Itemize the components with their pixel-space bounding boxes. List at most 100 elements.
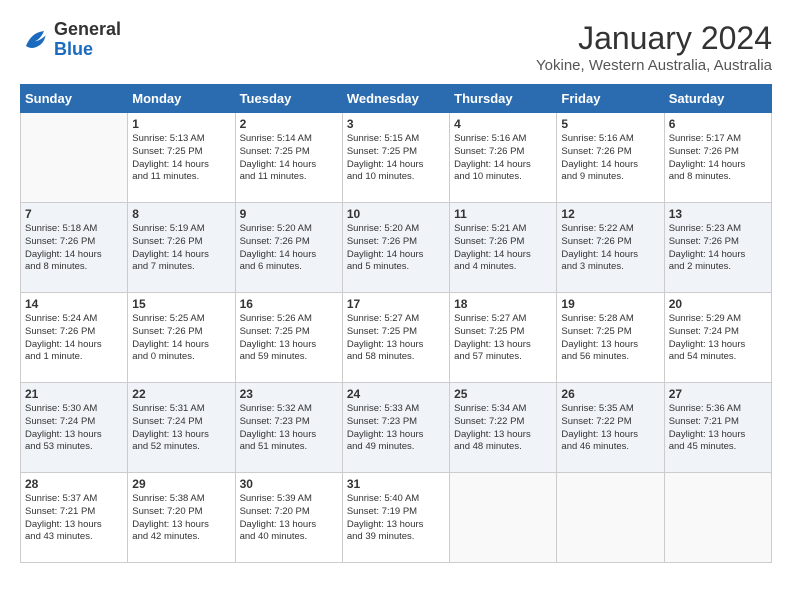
calendar-cell: 31 Sunrise: 5:40 AMSunset: 7:19 PMDayligh… <box>342 473 449 563</box>
calendar-cell: 22 Sunrise: 5:31 AMSunset: 7:24 PMDayligh… <box>128 383 235 473</box>
cell-date-number: 28 <box>25 477 123 491</box>
cell-daylight-info: Sunrise: 5:16 AMSunset: 7:26 PMDaylight:… <box>561 133 659 184</box>
cell-date-number: 29 <box>132 477 230 491</box>
cell-daylight-info: Sunrise: 5:32 AMSunset: 7:23 PMDaylight:… <box>240 403 338 454</box>
cell-date-number: 19 <box>561 297 659 311</box>
calendar-subtitle: Yokine, Western Australia, Australia <box>536 57 772 74</box>
cell-date-number: 20 <box>669 297 767 311</box>
cell-daylight-info: Sunrise: 5:24 AMSunset: 7:26 PMDaylight:… <box>25 313 123 364</box>
calendar-cell: 11Sunrise: 5:21 AMSunset: 7:26 PMDayligh… <box>450 203 557 293</box>
cell-date-number: 30 <box>240 477 338 491</box>
cell-daylight-info: Sunrise: 5:21 AMSunset: 7:26 PMDaylight:… <box>454 223 552 274</box>
calendar-cell: 25 Sunrise: 5:34 AMSunset: 7:22 PMDayligh… <box>450 383 557 473</box>
cell-date-number: 15 <box>132 297 230 311</box>
cell-daylight-info: Sunrise: 5:20 AMSunset: 7:26 PMDaylight:… <box>347 223 445 274</box>
header-tuesday: Tuesday <box>235 85 342 113</box>
header-row: SundayMondayTuesdayWednesdayThursdayFrid… <box>21 85 772 113</box>
cell-daylight-info: Sunrise: 5:23 AMSunset: 7:26 PMDaylight:… <box>669 223 767 274</box>
cell-date-number: 9 <box>240 207 338 221</box>
calendar-cell: 17 Sunrise: 5:27 AMSunset: 7:25 PMDayligh… <box>342 293 449 383</box>
calendar-cell: 19 Sunrise: 5:28 AMSunset: 7:25 PMDayligh… <box>557 293 664 383</box>
calendar-week-row: 14 Sunrise: 5:24 AMSunset: 7:26 PMDayligh… <box>21 293 772 383</box>
cell-daylight-info: Sunrise: 5:29 AMSunset: 7:24 PMDaylight:… <box>669 313 767 364</box>
calendar-cell <box>450 473 557 563</box>
logo-icon <box>20 25 50 55</box>
cell-daylight-info: Sunrise: 5:20 AMSunset: 7:26 PMDaylight:… <box>240 223 338 274</box>
logo-general: General <box>54 20 121 40</box>
cell-date-number: 26 <box>561 387 659 401</box>
cell-daylight-info: Sunrise: 5:26 AMSunset: 7:25 PMDaylight:… <box>240 313 338 364</box>
calendar-cell: 4Sunrise: 5:16 AMSunset: 7:26 PMDaylight… <box>450 113 557 203</box>
calendar-table: SundayMondayTuesdayWednesdayThursdayFrid… <box>20 84 772 563</box>
cell-daylight-info: Sunrise: 5:31 AMSunset: 7:24 PMDaylight:… <box>132 403 230 454</box>
cell-daylight-info: Sunrise: 5:28 AMSunset: 7:25 PMDaylight:… <box>561 313 659 364</box>
calendar-week-row: 21 Sunrise: 5:30 AMSunset: 7:24 PMDayligh… <box>21 383 772 473</box>
calendar-cell: 15 Sunrise: 5:25 AMSunset: 7:26 PMDayligh… <box>128 293 235 383</box>
cell-date-number: 16 <box>240 297 338 311</box>
cell-date-number: 24 <box>347 387 445 401</box>
cell-daylight-info: Sunrise: 5:33 AMSunset: 7:23 PMDaylight:… <box>347 403 445 454</box>
header-wednesday: Wednesday <box>342 85 449 113</box>
calendar-cell: 12 Sunrise: 5:22 AMSunset: 7:26 PMDayligh… <box>557 203 664 293</box>
logo-text: General Blue <box>54 20 121 60</box>
header-saturday: Saturday <box>664 85 771 113</box>
cell-date-number: 21 <box>25 387 123 401</box>
cell-daylight-info: Sunrise: 5:35 AMSunset: 7:22 PMDaylight:… <box>561 403 659 454</box>
calendar-cell: 2Sunrise: 5:14 AMSunset: 7:25 PMDaylight… <box>235 113 342 203</box>
header-monday: Monday <box>128 85 235 113</box>
calendar-cell: 20 Sunrise: 5:29 AMSunset: 7:24 PMDayligh… <box>664 293 771 383</box>
cell-daylight-info: Sunrise: 5:27 AMSunset: 7:25 PMDaylight:… <box>347 313 445 364</box>
cell-daylight-info: Sunrise: 5:30 AMSunset: 7:24 PMDaylight:… <box>25 403 123 454</box>
title-area: January 2024 Yokine, Western Australia, … <box>536 20 772 74</box>
calendar-cell: 16 Sunrise: 5:26 AMSunset: 7:25 PMDayligh… <box>235 293 342 383</box>
cell-daylight-info: Sunrise: 5:22 AMSunset: 7:26 PMDaylight:… <box>561 223 659 274</box>
calendar-cell: 13 Sunrise: 5:23 AMSunset: 7:26 PMDayligh… <box>664 203 771 293</box>
cell-date-number: 18 <box>454 297 552 311</box>
calendar-cell: 6 Sunrise: 5:17 AMSunset: 7:26 PMDaylight… <box>664 113 771 203</box>
calendar-week-row: 1 Sunrise: 5:13 AMSunset: 7:25 PMDaylight… <box>21 113 772 203</box>
cell-daylight-info: Sunrise: 5:34 AMSunset: 7:22 PMDaylight:… <box>454 403 552 454</box>
cell-daylight-info: Sunrise: 5:17 AMSunset: 7:26 PMDaylight:… <box>669 133 767 184</box>
calendar-cell: 8Sunrise: 5:19 AMSunset: 7:26 PMDaylight… <box>128 203 235 293</box>
calendar-cell: 9 Sunrise: 5:20 AMSunset: 7:26 PMDaylight… <box>235 203 342 293</box>
cell-date-number: 10 <box>347 207 445 221</box>
calendar-week-row: 7 Sunrise: 5:18 AMSunset: 7:26 PMDaylight… <box>21 203 772 293</box>
calendar-cell <box>21 113 128 203</box>
cell-date-number: 14 <box>25 297 123 311</box>
cell-daylight-info: Sunrise: 5:19 AMSunset: 7:26 PMDaylight:… <box>132 223 230 274</box>
calendar-header: SundayMondayTuesdayWednesdayThursdayFrid… <box>21 85 772 113</box>
cell-date-number: 12 <box>561 207 659 221</box>
calendar-body: 1 Sunrise: 5:13 AMSunset: 7:25 PMDaylight… <box>21 113 772 563</box>
cell-daylight-info: Sunrise: 5:38 AMSunset: 7:20 PMDaylight:… <box>132 493 230 544</box>
calendar-cell: 3Sunrise: 5:15 AMSunset: 7:25 PMDaylight… <box>342 113 449 203</box>
calendar-cell: 24 Sunrise: 5:33 AMSunset: 7:23 PMDayligh… <box>342 383 449 473</box>
cell-date-number: 4 <box>454 117 552 131</box>
calendar-cell <box>664 473 771 563</box>
cell-date-number: 31 <box>347 477 445 491</box>
cell-date-number: 23 <box>240 387 338 401</box>
calendar-cell: 5 Sunrise: 5:16 AMSunset: 7:26 PMDaylight… <box>557 113 664 203</box>
cell-daylight-info: Sunrise: 5:40 AMSunset: 7:19 PMDaylight:… <box>347 493 445 544</box>
cell-daylight-info: Sunrise: 5:13 AMSunset: 7:25 PMDaylight:… <box>132 133 230 184</box>
header-sunday: Sunday <box>21 85 128 113</box>
cell-daylight-info: Sunrise: 5:25 AMSunset: 7:26 PMDaylight:… <box>132 313 230 364</box>
calendar-cell: 1 Sunrise: 5:13 AMSunset: 7:25 PMDaylight… <box>128 113 235 203</box>
cell-date-number: 5 <box>561 117 659 131</box>
header-thursday: Thursday <box>450 85 557 113</box>
cell-date-number: 25 <box>454 387 552 401</box>
cell-daylight-info: Sunrise: 5:37 AMSunset: 7:21 PMDaylight:… <box>25 493 123 544</box>
cell-daylight-info: Sunrise: 5:18 AMSunset: 7:26 PMDaylight:… <box>25 223 123 274</box>
calendar-cell: 21 Sunrise: 5:30 AMSunset: 7:24 PMDayligh… <box>21 383 128 473</box>
cell-date-number: 6 <box>669 117 767 131</box>
calendar-cell: 23 Sunrise: 5:32 AMSunset: 7:23 PMDayligh… <box>235 383 342 473</box>
cell-date-number: 1 <box>132 117 230 131</box>
calendar-cell: 30Sunrise: 5:39 AMSunset: 7:20 PMDayligh… <box>235 473 342 563</box>
cell-date-number: 17 <box>347 297 445 311</box>
calendar-cell: 28 Sunrise: 5:37 AMSunset: 7:21 PMDayligh… <box>21 473 128 563</box>
header-friday: Friday <box>557 85 664 113</box>
cell-date-number: 7 <box>25 207 123 221</box>
calendar-cell: 26 Sunrise: 5:35 AMSunset: 7:22 PMDayligh… <box>557 383 664 473</box>
cell-daylight-info: Sunrise: 5:27 AMSunset: 7:25 PMDaylight:… <box>454 313 552 364</box>
cell-date-number: 13 <box>669 207 767 221</box>
cell-date-number: 22 <box>132 387 230 401</box>
